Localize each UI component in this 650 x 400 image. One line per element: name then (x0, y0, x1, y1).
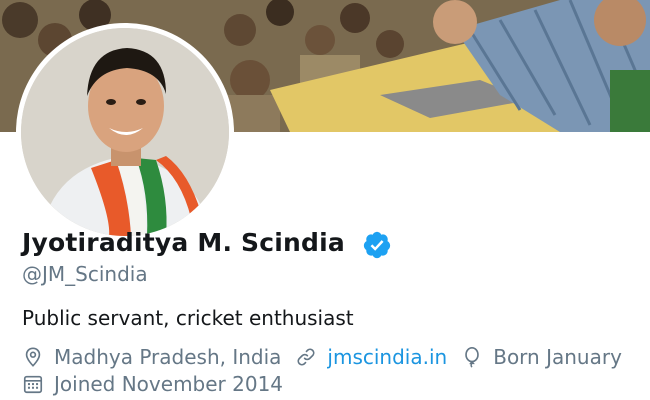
profile-birthday: Born January (461, 345, 622, 369)
profile-page: Jyotiraditya M. Scindia @JM_Scindia Publ… (0, 0, 650, 400)
profile-bio: Public servant, cricket enthusiast (22, 306, 354, 330)
profile-avatar[interactable] (16, 23, 234, 241)
profile-location: Madhya Pradesh, India (22, 345, 281, 369)
profile-handle: @JM_Scindia (22, 262, 148, 286)
location-pin-icon (25, 347, 41, 367)
profile-location-text: Madhya Pradesh, India (54, 345, 282, 369)
profile-display-name: Jyotiraditya M. Scindia (22, 228, 345, 257)
profile-joined: Joined November 2014 (22, 372, 283, 396)
profile-meta-row-2: Joined November 2014 (22, 372, 297, 396)
avatar-photo (21, 28, 229, 236)
profile-birthday-text: Born January (493, 345, 622, 369)
verified-badge-icon (363, 231, 391, 259)
link-icon (297, 348, 315, 366)
profile-website-link[interactable]: jmscindia.in (327, 345, 447, 369)
profile-website[interactable]: jmscindia.in (295, 345, 447, 369)
profile-joined-text: Joined November 2014 (54, 372, 284, 396)
profile-meta-row: Madhya Pradesh, India jmscindia.in Born … (22, 345, 636, 369)
calendar-icon (23, 375, 43, 394)
balloon-icon (465, 347, 480, 368)
